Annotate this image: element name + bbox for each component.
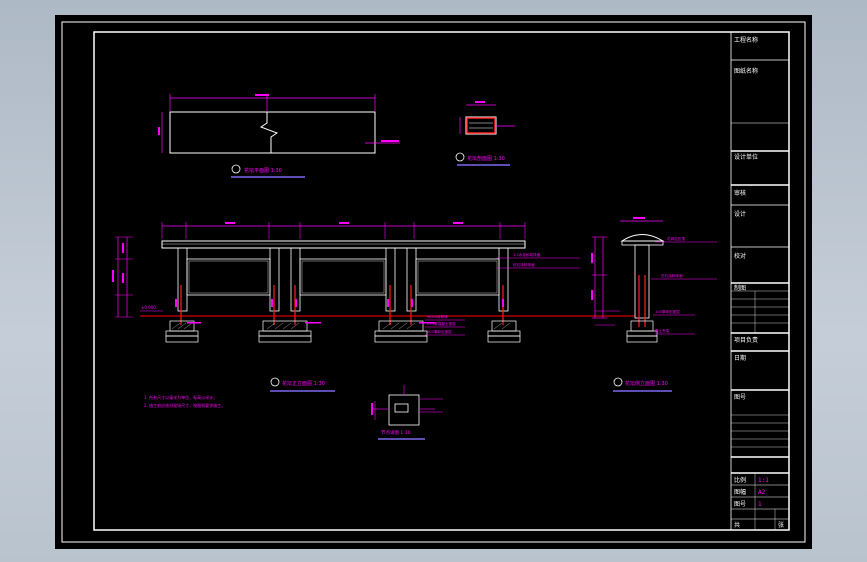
note-line-2: 2. 施工前应核对现场尺寸，按图纸要求施工。 xyxy=(144,402,225,408)
plan-view xyxy=(158,94,400,154)
section-view-label: 花坛剖面图 1:30 xyxy=(467,155,505,162)
tb-leader-label: 项目负责 xyxy=(734,336,758,344)
callout-label-3: MU10砖砌体 xyxy=(427,314,448,319)
front-label-marker xyxy=(270,377,280,387)
front-view-label: 花坛正立面图 1:30 xyxy=(282,380,325,387)
tb-size-label: 图幅 xyxy=(734,488,746,496)
section-view xyxy=(459,101,515,135)
tb-design-unit-label: 设计单位 xyxy=(734,153,758,161)
callout-label-2: 仿石涂料饰面 xyxy=(513,262,535,267)
side-callout-3: 100厚碎石垫层 xyxy=(655,309,680,314)
title-block xyxy=(730,32,789,530)
side-label-marker xyxy=(613,377,623,387)
callout-label-1: 1:2水泥砂浆抹面 xyxy=(513,252,541,257)
section-label-marker xyxy=(455,152,465,162)
cad-viewport[interactable]: 花坛平面图 1:30 花坛剖面图 1:30 ±0.000 1:2水泥砂浆抹面 仿… xyxy=(55,15,812,549)
side-callout-4: 素土夯实 xyxy=(655,328,670,333)
tb-size-value: A2 xyxy=(758,489,766,496)
tb-date-label: 日期 xyxy=(734,354,746,362)
node-detail xyxy=(371,385,443,426)
tb-design-label: 设计 xyxy=(734,210,746,218)
tb-project-label: 工程名称 xyxy=(734,36,758,44)
side-callout-2: 仿石涂料饰面 xyxy=(661,273,683,278)
tb-total-value: 张 xyxy=(778,521,784,529)
tb-total-label: 共 xyxy=(734,521,740,529)
tb-scale-label: 比例 xyxy=(734,476,746,484)
tb-draft-label: 制图 xyxy=(734,284,746,292)
side-view-label: 花坛侧立面图 1:30 xyxy=(625,380,668,387)
side-elevation xyxy=(591,217,717,343)
front-elevation xyxy=(112,222,635,343)
callout-label-4: C15素混凝土垫层 xyxy=(427,321,456,326)
plan-label-marker xyxy=(231,164,241,174)
tb-sheet-label: 图号 xyxy=(734,501,746,508)
tb-check-label: 校对 xyxy=(734,252,746,260)
drawing-sheet: 花坛平面图 1:30 花坛剖面图 1:30 ±0.000 1:2水泥砂浆抹面 仿… xyxy=(61,21,806,543)
tb-review-label: 审核 xyxy=(734,189,746,197)
note-line-1: 1. 所有尺寸以毫米为单位，标高以米计。 xyxy=(144,394,217,400)
side-callout-1: 花岗岩压顶 xyxy=(667,236,685,241)
outer-frame-border xyxy=(61,21,806,543)
plan-view-label: 花坛平面图 1:30 xyxy=(244,167,282,174)
inner-frame-border xyxy=(93,31,790,531)
tb-drawing-name-label: 图纸名称 xyxy=(734,67,758,75)
tb-sheet-value: 1 xyxy=(758,501,762,508)
tb-scale-value: 1:1 xyxy=(758,477,769,484)
tb-number-label: 图号 xyxy=(734,394,746,401)
elevation-marker-label: ±0.000 xyxy=(141,305,156,310)
callout-label-5: 100厚碎石垫层 xyxy=(427,329,452,334)
detail-view-label: 节点详图 1:10 xyxy=(381,429,411,436)
